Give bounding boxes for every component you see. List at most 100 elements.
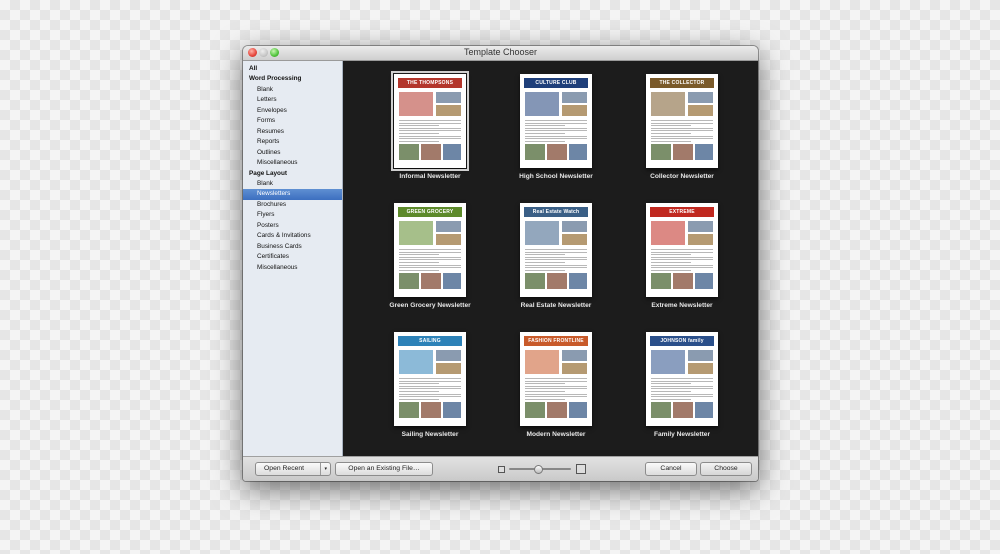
template-label: Extreme Newsletter	[651, 302, 713, 309]
thumbnail-text-line	[525, 391, 565, 392]
thumbnail-text-line	[651, 385, 713, 387]
template-thumbnail[interactable]: THE THOMPSONS	[391, 71, 469, 171]
thumbnail-photo	[569, 144, 587, 160]
template-thumbnail[interactable]: EXTREME	[646, 203, 718, 297]
sidebar-item-reports[interactable]: Reports	[243, 137, 342, 148]
thumbnail-masthead: FASHION FRONTLINE	[524, 336, 588, 346]
thumbnail-text-line	[651, 380, 713, 382]
template-thumbnail[interactable]: FASHION FRONTLINE	[520, 332, 592, 426]
thumbnail-text-line	[525, 251, 587, 253]
thumbnail-text-line	[651, 138, 713, 140]
sidebar-item-flyers[interactable]: Flyers	[243, 210, 342, 221]
thumbnail-text-line	[525, 130, 587, 132]
template-thumbnail[interactable]: GREEN GROCERY	[394, 203, 466, 297]
template-thumbnail[interactable]: THE COLLECTOR	[646, 74, 718, 168]
large-thumbnail-icon	[576, 464, 586, 474]
title-bar[interactable]: Template Chooser	[243, 46, 758, 61]
sidebar-item-certificates[interactable]: Certificates	[243, 252, 342, 263]
thumbnail-text-line	[651, 393, 713, 395]
sidebar-item-word-processing[interactable]: Word Processing	[243, 74, 342, 85]
thumbnail-size-slider-knob[interactable]	[534, 465, 543, 474]
thumbnail-photo	[562, 92, 587, 103]
sidebar-item-blank[interactable]: Blank	[243, 179, 342, 190]
sidebar-item-resumes[interactable]: Resumes	[243, 127, 342, 138]
thumbnail-photo	[525, 221, 559, 245]
category-sidebar: All Word Processing Blank Letters Envelopes F…	[243, 61, 343, 456]
thumbnail-masthead: THE COLLECTOR	[650, 78, 714, 88]
thumbnail-text-line	[399, 378, 461, 379]
thumbnail-text-line	[399, 256, 461, 258]
template-thumbnail[interactable]: CULTURE CLUB	[520, 74, 592, 168]
thumbnail-text-line	[651, 269, 691, 271]
thumbnail-text-line	[399, 385, 461, 387]
thumbnail-text-line	[399, 267, 461, 269]
chevron-down-icon: ▾	[320, 463, 327, 475]
thumbnail-text-line	[399, 140, 439, 142]
thumbnail-masthead: JOHNSON family	[650, 336, 714, 346]
sidebar-item-forms[interactable]: Forms	[243, 116, 342, 127]
thumbnail-text-line	[651, 256, 713, 258]
thumbnail-text-line	[525, 259, 587, 261]
thumbnail-photo	[673, 144, 693, 160]
sidebar-item-envelopes[interactable]: Envelopes	[243, 106, 342, 117]
sidebar-item-newsletters[interactable]: Newsletters	[243, 189, 342, 200]
thumbnail-text-line	[651, 140, 691, 142]
thumbnail-photo	[695, 402, 713, 418]
thumbnail-text-line	[399, 383, 439, 385]
window-title: Template Chooser	[463, 47, 538, 57]
thumbnail-text-line	[651, 120, 713, 121]
choose-button[interactable]: Choose	[700, 462, 752, 476]
thumbnail-text-line	[651, 249, 713, 250]
thumbnail-text-line	[651, 251, 713, 253]
thumbnail-masthead: Real Estate Watch	[524, 207, 588, 217]
thumbnail-photo	[651, 144, 671, 160]
sidebar-item-posters[interactable]: Posters	[243, 221, 342, 232]
sidebar-item-outlines[interactable]: Outlines	[243, 148, 342, 159]
thumbnail-photo	[399, 144, 419, 160]
thumbnail-text-line	[399, 133, 439, 134]
thumbnail-photo	[525, 350, 559, 374]
sidebar-item-cards-invitations[interactable]: Cards & Invitations	[243, 231, 342, 242]
cancel-button[interactable]: Cancel	[645, 462, 697, 476]
template-label: Green Grocery Newsletter	[389, 302, 471, 309]
open-recent-button[interactable]: Open Recent ▾	[255, 462, 331, 476]
thumbnail-text-line	[525, 140, 565, 142]
thumbnail-photo	[688, 350, 713, 361]
template-label: Family Newsletter	[653, 431, 711, 438]
thumbnail-photo	[673, 273, 693, 289]
thumbnail-text-line	[399, 138, 461, 140]
thumbnail-photo	[443, 402, 461, 418]
sidebar-item-brochures[interactable]: Brochures	[243, 200, 342, 211]
thumbnail-text-line	[651, 383, 691, 385]
thumbnail-photo	[436, 350, 461, 361]
thumbnail-photo	[399, 273, 419, 289]
thumbnail-text-line	[651, 135, 713, 137]
thumbnail-text-line	[525, 262, 565, 263]
thumbnail-photo	[651, 350, 685, 374]
thumbnail-text-line	[399, 135, 461, 137]
thumbnail-text-line	[525, 120, 587, 121]
thumbnail-text-line	[525, 122, 587, 124]
thumbnail-text-line	[525, 388, 587, 390]
thumbnail-text-line	[525, 396, 587, 398]
thumbnail-photo	[525, 144, 545, 160]
sidebar-item-page-layout[interactable]: Page Layout	[243, 169, 342, 180]
sidebar-item-miscellaneous[interactable]: Miscellaneous	[243, 158, 342, 169]
thumbnail-photo	[547, 144, 567, 160]
thumbnail-photo	[688, 92, 713, 103]
sidebar-item-miscellaneous[interactable]: Miscellaneous	[243, 263, 342, 274]
thumbnail-photo	[695, 273, 713, 289]
sidebar-item-letters[interactable]: Letters	[243, 95, 342, 106]
open-recent-label: Open Recent	[264, 465, 305, 472]
template-thumbnail[interactable]: SAILING	[394, 332, 466, 426]
thumbnail-text-line	[651, 130, 713, 132]
thumbnail-text-line	[651, 264, 713, 266]
open-existing-file-button[interactable]: Open an Existing File…	[335, 462, 433, 476]
template-chooser-window: Template Chooser All Word Processing Blank…	[243, 46, 758, 481]
sidebar-item-blank[interactable]: Blank	[243, 85, 342, 96]
thumbnail-photo	[562, 363, 587, 374]
sidebar-item-all[interactable]: All	[243, 64, 342, 75]
template-thumbnail[interactable]: Real Estate Watch	[520, 203, 592, 297]
sidebar-item-business-cards[interactable]: Business Cards	[243, 242, 342, 253]
template-thumbnail[interactable]: JOHNSON family	[646, 332, 718, 426]
